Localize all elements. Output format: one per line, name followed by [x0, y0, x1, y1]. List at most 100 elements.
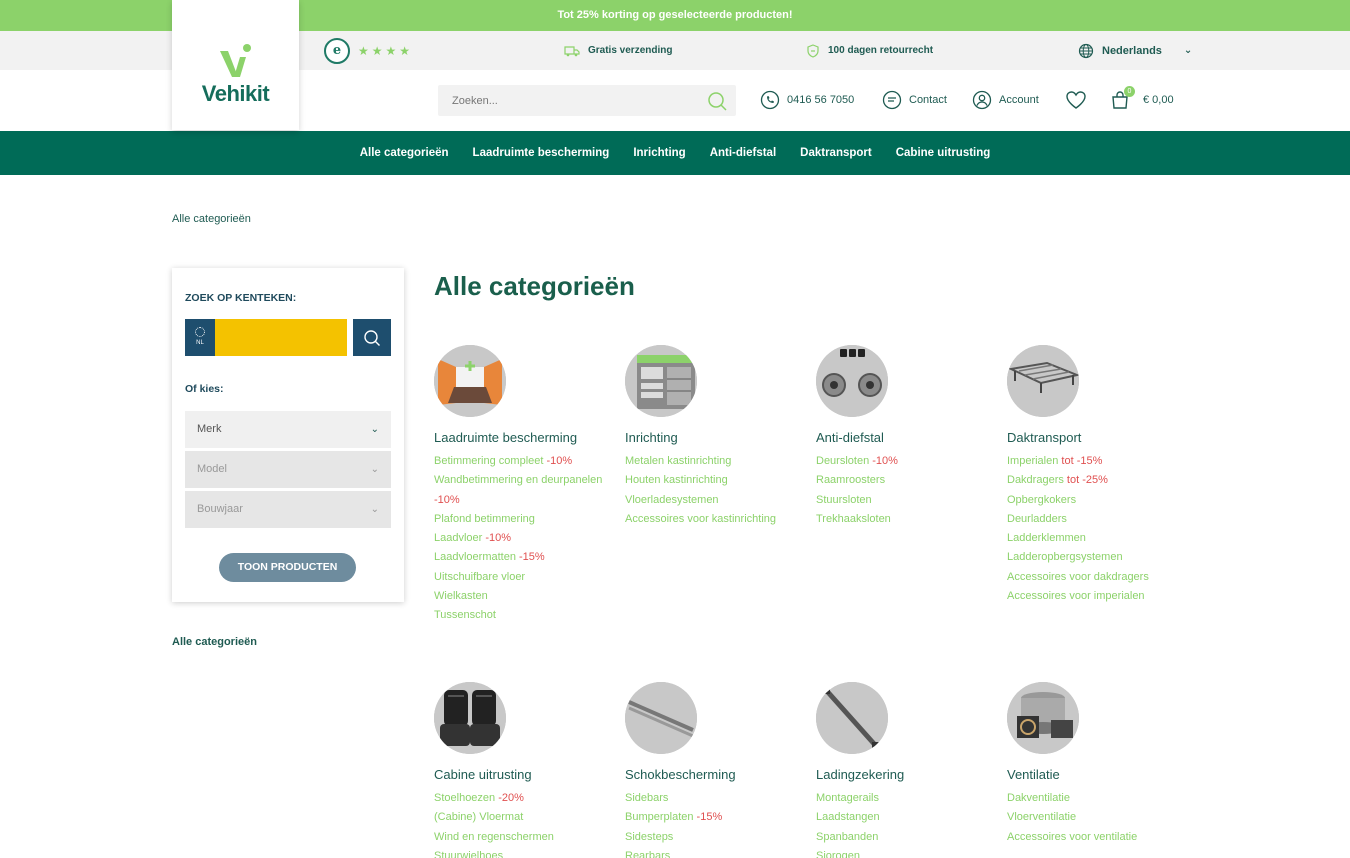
subcategory-link[interactable]: Stuurwielhoes — [434, 847, 619, 858]
subcategory-link[interactable]: Wielkasten — [434, 587, 619, 606]
category-image-ventilatie[interactable] — [1007, 682, 1079, 754]
category-name[interactable]: Anti-diefstal — [816, 430, 1001, 445]
category-image-schokbescherming[interactable] — [625, 682, 697, 754]
subcategory-link[interactable]: Wind en regenschermen — [434, 828, 619, 847]
contact-link[interactable]: Contact — [882, 88, 947, 112]
account-link[interactable]: Account — [972, 88, 1039, 112]
category-image-anti-diefstal[interactable] — [816, 345, 888, 417]
category-card: Anti-diefstal Deursloten -10% Raamrooste… — [816, 345, 1001, 529]
subcategory-link[interactable]: Houten kastinrichting — [625, 471, 810, 490]
year-select-value: Bouwjaar — [197, 503, 243, 515]
usp-shipping: Gratis verzending — [564, 31, 672, 70]
category-name[interactable]: Schokbescherming — [625, 767, 810, 782]
subcategory-link[interactable]: Dakventilatie — [1007, 789, 1192, 808]
usp-returns: 100 dagen retourrecht — [806, 31, 933, 70]
category-name[interactable]: Cabine uitrusting — [434, 767, 619, 782]
category-image-daktransport[interactable] — [1007, 345, 1079, 417]
globe-icon — [1078, 43, 1094, 58]
wishlist-link[interactable] — [1065, 88, 1087, 112]
load-bar-image — [816, 682, 888, 754]
user-icon — [972, 90, 992, 110]
subcategory-link[interactable]: Vloerventilatie — [1007, 808, 1192, 827]
subcategory-link[interactable]: Accessoires voor ventilatie — [1007, 828, 1192, 847]
search-icon — [364, 329, 380, 346]
nav-item-inrichting[interactable]: Inrichting — [621, 147, 697, 159]
search-input[interactable] — [452, 94, 692, 107]
subcategory-link[interactable]: Ladderopbergsystemen — [1007, 548, 1192, 567]
cart-total: € 0,00 — [1143, 94, 1174, 106]
review-rating[interactable]: e ★★★★ — [324, 31, 413, 70]
subcategory-link[interactable]: Opbergkokers — [1007, 491, 1192, 510]
search-bar — [438, 85, 736, 116]
subcategory-link[interactable]: Sjorogen — [816, 847, 1001, 858]
category-name[interactable]: Ladingzekering — [816, 767, 1001, 782]
sidebar-link-all-categories[interactable]: Alle categorieën — [172, 636, 257, 648]
plate-search-button[interactable] — [353, 319, 391, 356]
nav-item-anti-diefstal[interactable]: Anti-diefstal — [698, 147, 788, 159]
subcategory-link[interactable]: Metalen kastinrichting — [625, 452, 810, 471]
subcategory-link[interactable]: Montagerails — [816, 789, 1001, 808]
subcategory-link[interactable]: Accessoires voor imperialen — [1007, 587, 1192, 606]
brand-select-value: Merk — [197, 423, 222, 435]
subcategory-link[interactable]: (Cabine) Vloermat — [434, 808, 619, 827]
category-image-ladingzekering[interactable] — [816, 682, 888, 754]
category-name[interactable]: Laadruimte bescherming — [434, 430, 619, 445]
nav-item-cabine-uitrusting[interactable]: Cabine uitrusting — [884, 147, 1003, 159]
subcategory-list: Montagerails Laadstangen Spanbanden Sjor… — [816, 789, 1001, 858]
subcategory-link[interactable]: Laadvloer -10% — [434, 529, 619, 548]
subcategory-link[interactable]: Bumperplaten -15% — [625, 808, 810, 827]
subcategory-link[interactable]: Rearbars — [625, 847, 810, 858]
plate-country-badge: NL — [185, 319, 215, 356]
subcategory-link[interactable]: Laadstangen — [816, 808, 1001, 827]
model-select[interactable]: Model ⌄ — [185, 451, 391, 488]
subcategory-discount: -10% — [434, 493, 460, 506]
category-image-inrichting[interactable] — [625, 345, 697, 417]
nav-item-laadruimte-bescherming[interactable]: Laadruimte bescherming — [461, 147, 622, 159]
phone-link[interactable]: 0416 56 7050 — [760, 88, 854, 112]
brand-select[interactable]: Merk ⌄ — [185, 411, 391, 448]
show-products-button[interactable]: TOON PRODUCTEN — [219, 553, 356, 582]
subcategory-link[interactable]: Deursloten -10% — [816, 452, 1001, 471]
subcategory-link[interactable]: Dakdragers tot -25% — [1007, 471, 1192, 490]
subcategory-link[interactable]: Accessoires voor dakdragers — [1007, 568, 1192, 587]
subcategory-link[interactable]: Stoelhoezen -20% — [434, 789, 619, 808]
category-name[interactable]: Ventilatie — [1007, 767, 1192, 782]
nav-item-alle-categorieen[interactable]: Alle categorieën — [348, 147, 461, 159]
subcategory-list: Dakventilatie Vloerventilatie Accessoire… — [1007, 789, 1192, 847]
logo-icon — [219, 44, 251, 77]
site-logo[interactable]: Vehikit — [172, 0, 299, 130]
subcategory-link[interactable]: Uitschuifbare vloer — [434, 568, 619, 587]
category-image-cabine[interactable] — [434, 682, 506, 754]
search-button[interactable] — [706, 90, 728, 112]
breadcrumb[interactable]: Alle categorieën — [172, 213, 251, 225]
subcategory-link[interactable]: Imperialen tot -15% — [1007, 452, 1192, 471]
subcategory-link[interactable]: Tussenschot — [434, 606, 619, 625]
subcategory-link[interactable]: Deurladders — [1007, 510, 1192, 529]
chat-icon — [882, 90, 902, 110]
subcategory-link[interactable]: Sidesteps — [625, 828, 810, 847]
subcategory-link[interactable]: Sidebars — [625, 789, 810, 808]
subcategory-list: Sidebars Bumperplaten -15% Sidesteps Rea… — [625, 789, 810, 858]
subcategory-link[interactable]: Vloerladesystemen — [625, 491, 810, 510]
subcategory-link[interactable]: Plafond betimmering — [434, 510, 619, 529]
language-selector[interactable]: Nederlands ⌄ — [1078, 31, 1192, 70]
cart-link[interactable]: € 0,00 — [1110, 88, 1174, 112]
subcategory-link[interactable]: Raamroosters — [816, 471, 1001, 490]
subcategory-link[interactable]: Trekhaaksloten — [816, 510, 1001, 529]
subcategory-link[interactable]: Stuursloten — [816, 491, 1001, 510]
year-select[interactable]: Bouwjaar ⌄ — [185, 491, 391, 528]
category-name[interactable]: Inrichting — [625, 430, 810, 445]
category-image-laadruimte[interactable] — [434, 345, 506, 417]
subcategory-link[interactable]: Wandbetimmering en deurpanelen — [434, 471, 619, 490]
category-card: Daktransport Imperialen tot -15% Dakdrag… — [1007, 345, 1192, 606]
locks-image — [816, 345, 888, 417]
category-name[interactable]: Daktransport — [1007, 430, 1192, 445]
subcategory-link[interactable]: Betimmering compleet -10% — [434, 452, 619, 471]
subcategory-link[interactable]: Accessoires voor kastinrichting — [625, 510, 810, 529]
subcategory-link[interactable]: Ladderklemmen — [1007, 529, 1192, 548]
subcategory-link[interactable]: Spanbanden — [816, 828, 1001, 847]
category-card: Inrichting Metalen kastinrichting Houten… — [625, 345, 810, 529]
nav-item-daktransport[interactable]: Daktransport — [788, 147, 884, 159]
license-plate-input[interactable] — [215, 319, 347, 356]
subcategory-link[interactable]: Laadvloermatten -15% — [434, 548, 619, 567]
